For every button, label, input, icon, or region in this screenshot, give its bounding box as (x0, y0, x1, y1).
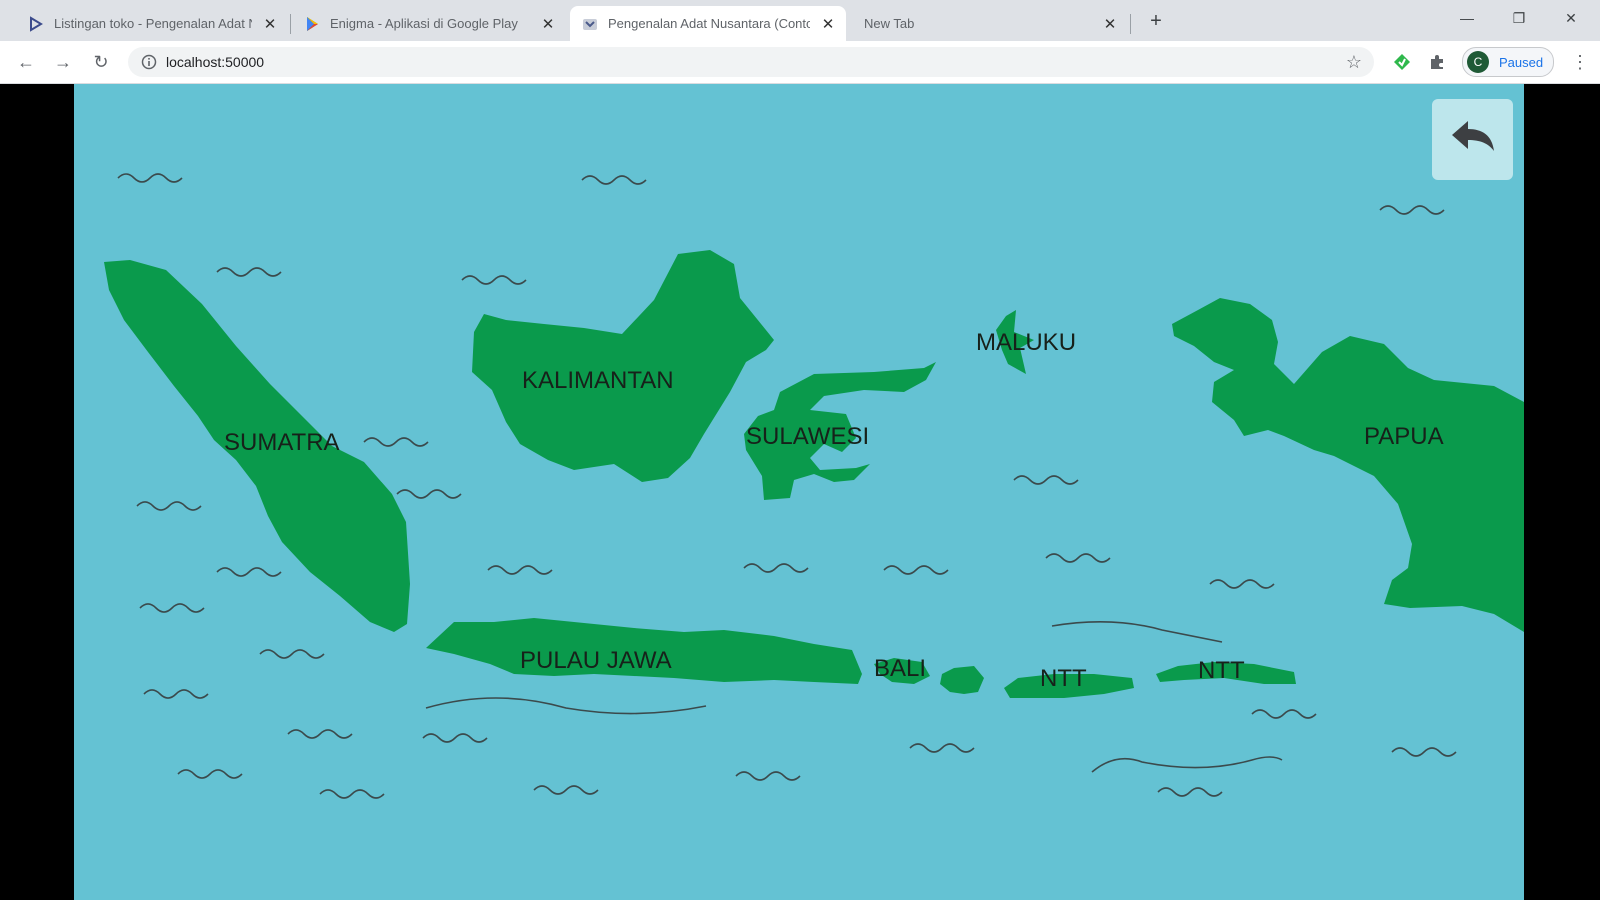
google-play-icon (304, 16, 320, 32)
url-text: localhost:50000 (166, 54, 265, 70)
label-bali: BALI (874, 655, 926, 682)
back-arrow-icon (1450, 119, 1496, 160)
tab-pengenalan-adat[interactable]: Pengenalan Adat Nusantara (Contoh) ✕ (570, 6, 846, 41)
profile-status: Paused (1499, 54, 1544, 70)
label-sumatra: SUMATRA (224, 429, 340, 456)
tab-title: Listingan toko - Pengenalan Adat Nusanta… (54, 16, 252, 31)
minimize-icon[interactable]: — (1444, 4, 1490, 32)
tab-title: New Tab (864, 16, 915, 31)
browser-toolbar: ← → ↻ localhost:50000 ☆ C Paused ⋮ (0, 41, 1600, 84)
tab-listingan-toko[interactable]: Listingan toko - Pengenalan Adat Nusanta… (16, 6, 288, 41)
profile-button[interactable]: C Paused (1462, 47, 1554, 77)
close-tab-icon[interactable]: ✕ (260, 14, 280, 34)
kebab-menu-icon[interactable]: ⋮ (1568, 50, 1592, 74)
play-console-icon (28, 15, 44, 32)
tab-separator (1130, 14, 1131, 34)
new-tab-button[interactable]: + (1143, 10, 1169, 32)
close-tab-icon[interactable]: ✕ (1100, 14, 1120, 34)
close-window-icon[interactable]: ✕ (1548, 4, 1594, 32)
label-ntt-east: NTT (1198, 657, 1245, 684)
reload-icon[interactable]: ↻ (88, 49, 114, 75)
map-canvas: SUMATRA KALIMANTAN SULAWESI MALUKU PAPUA… (74, 84, 1524, 900)
label-ntt-west: NTT (1040, 665, 1087, 692)
tab-strip: Listingan toko - Pengenalan Adat Nusanta… (0, 0, 1600, 41)
extension-green-icon[interactable] (1390, 50, 1414, 74)
address-bar[interactable]: localhost:50000 ☆ (128, 47, 1374, 77)
label-maluku: MALUKU (976, 329, 1076, 356)
tab-title: Enigma - Aplikasi di Google Play (330, 16, 518, 31)
tab-new-tab[interactable]: New Tab ✕ (852, 6, 1128, 41)
tab-enigma[interactable]: Enigma - Aplikasi di Google Play ✕ (292, 6, 566, 41)
extensions-puzzle-icon[interactable] (1425, 50, 1449, 74)
forward-icon[interactable]: → (50, 49, 76, 75)
label-jawa: PULAU JAWA (520, 647, 672, 674)
close-tab-icon[interactable]: ✕ (818, 14, 838, 34)
bookmark-star-icon[interactable]: ☆ (1346, 52, 1362, 73)
tab-title: Pengenalan Adat Nusantara (Contoh) (608, 16, 810, 31)
avatar: C (1467, 51, 1489, 73)
label-kalimantan: KALIMANTAN (522, 367, 674, 394)
tab-separator (290, 14, 291, 34)
info-icon[interactable] (140, 53, 158, 71)
app-favicon-icon (582, 16, 598, 32)
back-icon[interactable]: ← (13, 49, 39, 75)
label-sulawesi: SULAWESI (746, 423, 869, 450)
back-button[interactable] (1432, 99, 1513, 180)
close-tab-icon[interactable]: ✕ (538, 14, 558, 34)
restore-icon[interactable]: ❐ (1496, 4, 1542, 32)
label-papua: PAPUA (1364, 423, 1444, 450)
